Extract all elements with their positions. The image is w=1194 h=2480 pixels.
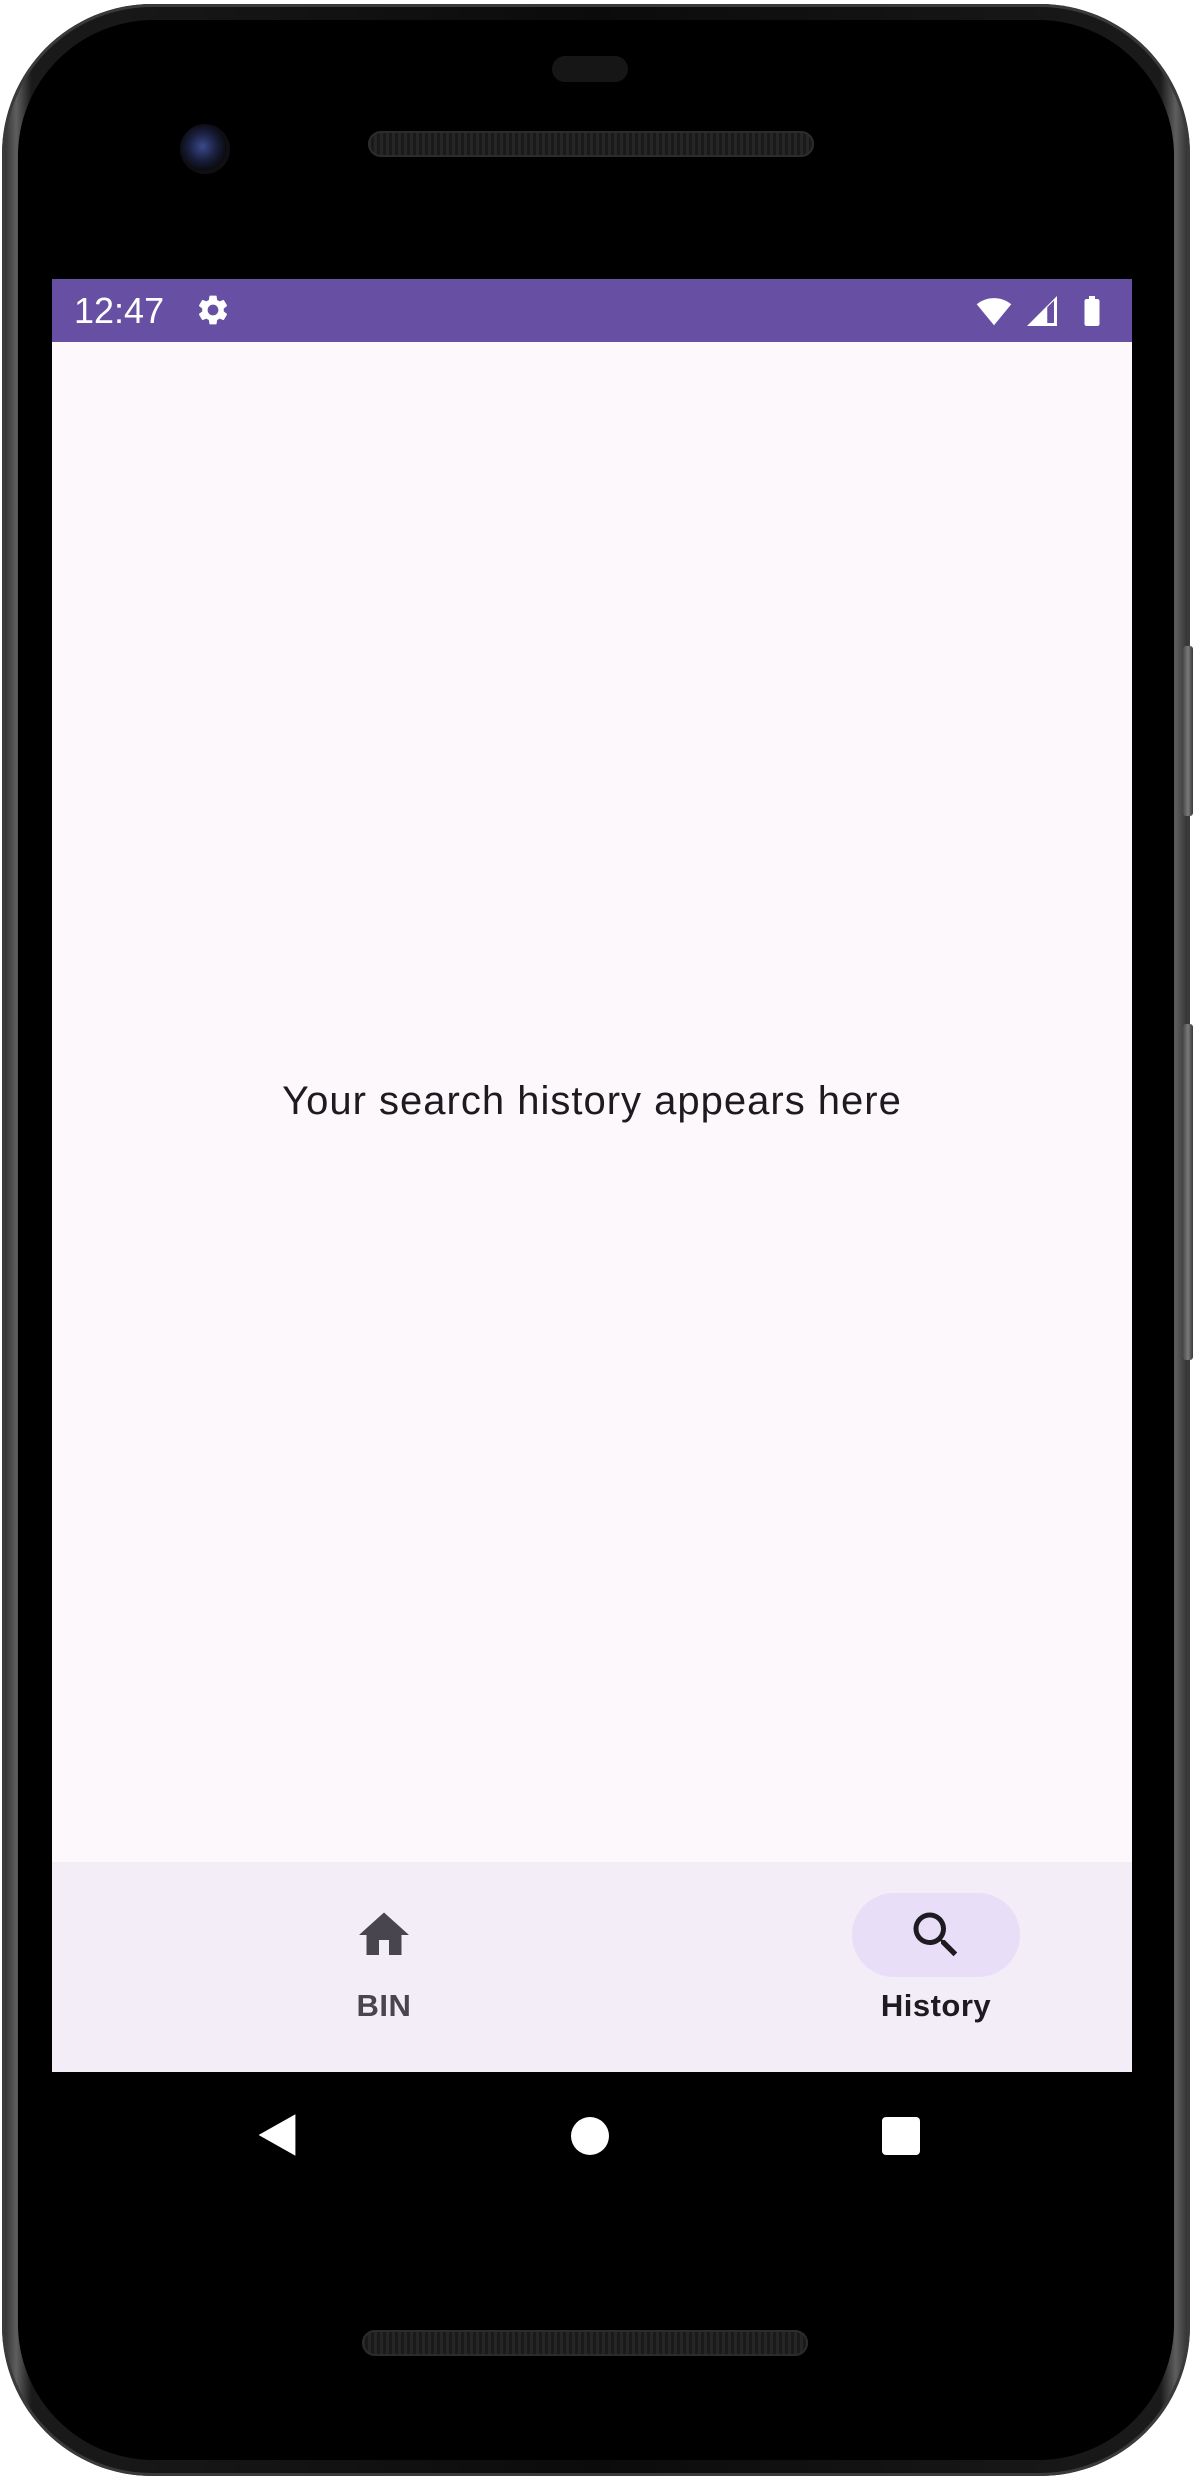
search-icon <box>913 1912 958 1957</box>
nav-label-bin: BIN <box>356 1988 412 2023</box>
status-bar: 12:47 <box>52 279 1132 342</box>
bottom-navigation-bar: BIN History <box>52 1862 1132 2072</box>
home-circle-icon[interactable] <box>570 2116 610 2156</box>
back-icon[interactable] <box>254 2112 300 2158</box>
recents-icon[interactable] <box>881 2116 921 2156</box>
proximity-sensor <box>552 56 628 82</box>
signal-icon <box>1027 296 1057 326</box>
nav-item-history[interactable]: History <box>749 1862 1089 2072</box>
wifi-icon <box>976 298 1012 326</box>
bottom-speaker <box>362 2330 808 2356</box>
volume-button <box>1183 1024 1193 1360</box>
front-camera <box>180 124 230 174</box>
system-navigation-bar <box>52 2072 1132 2202</box>
nav-item-bin[interactable]: BIN <box>197 1862 537 2072</box>
app-screen: 12:47 Your search history appears here B… <box>52 279 1132 2072</box>
gear-icon <box>198 295 228 325</box>
earpiece-speaker <box>368 131 814 157</box>
status-time: 12:47 <box>74 290 165 331</box>
home-icon <box>359 1912 409 1955</box>
power-button <box>1183 646 1193 816</box>
status-icons <box>974 291 1114 331</box>
empty-history-message: Your search history appears here <box>282 1079 902 1123</box>
nav-label-history: History <box>880 1988 992 2023</box>
battery-icon <box>1084 296 1100 326</box>
